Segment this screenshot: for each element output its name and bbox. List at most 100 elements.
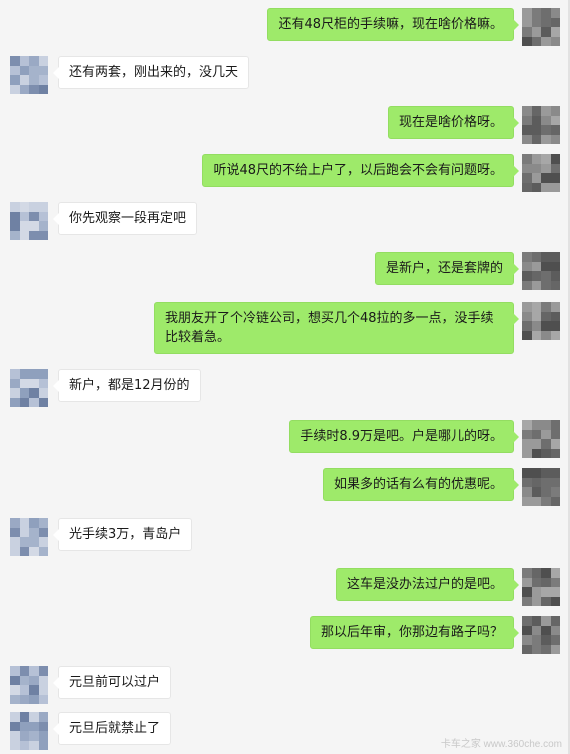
avatar-pixel (531, 439, 541, 449)
avatar-pixel (541, 36, 551, 46)
self-avatar[interactable] (522, 568, 560, 606)
avatar-pixel (541, 568, 551, 578)
contact-avatar[interactable] (10, 518, 48, 556)
avatar-pixel (19, 84, 29, 94)
avatar-pixel (531, 106, 541, 116)
avatar-pixel (541, 487, 551, 497)
avatar-pixel (522, 644, 532, 654)
self-avatar[interactable] (522, 616, 560, 654)
self-avatar[interactable] (522, 252, 560, 290)
avatar-pixel (10, 666, 20, 676)
avatar-pixel (531, 271, 541, 281)
avatar-pixel (550, 448, 560, 458)
avatar-pixel (541, 261, 551, 271)
avatar-pixel (522, 420, 532, 430)
contact-avatar[interactable] (10, 369, 48, 407)
avatar-pixel (541, 8, 551, 18)
avatar-pixel (522, 568, 532, 578)
avatar-pixel (38, 537, 48, 547)
avatar-pixel (531, 587, 541, 597)
avatar-pixel (531, 496, 541, 506)
avatar-pixel (550, 154, 560, 164)
avatar-pixel (550, 644, 560, 654)
self-avatar[interactable] (522, 106, 560, 144)
avatar-pixel (29, 685, 39, 695)
avatar-pixel (19, 369, 29, 379)
avatar-pixel (19, 675, 29, 685)
message-bubble-sent[interactable]: 我朋友开了个冷链公司，想买几个48拉的多一点，没手续比较着急。 (154, 302, 519, 354)
avatar-pixel (550, 106, 560, 116)
self-avatar[interactable] (522, 8, 560, 46)
self-avatar[interactable] (522, 154, 560, 192)
avatar-pixel (522, 321, 532, 331)
message-bubble-received[interactable]: 元旦后就禁止了 (52, 712, 172, 745)
contact-avatar[interactable] (10, 712, 48, 750)
avatar-pixel (531, 644, 541, 654)
avatar-pixel (10, 369, 20, 379)
avatar-pixel (522, 596, 532, 606)
avatar-pixel (19, 721, 29, 731)
avatar-pixel (19, 518, 29, 528)
message-bubble-sent[interactable]: 还有48尺柜的手续嘛，现在啥价格嘛。 (267, 8, 519, 41)
avatar-pixel (550, 321, 560, 331)
avatar-pixel (19, 378, 29, 388)
avatar-pixel (522, 439, 532, 449)
avatar-pixel (29, 84, 39, 94)
avatar-pixel (38, 388, 48, 398)
avatar-pixel (19, 211, 29, 221)
avatar-pixel (38, 369, 48, 379)
avatar-pixel (531, 616, 541, 626)
message-bubble-sent[interactable]: 现在是啥价格呀。 (387, 106, 520, 139)
self-avatar[interactable] (522, 302, 560, 340)
message-bubble-sent[interactable]: 那以后年审，你那边有路子吗？ (309, 616, 520, 649)
avatar-pixel (38, 518, 48, 528)
message-bubble-sent[interactable]: 手续时8.9万是吧。户是哪儿的呀。 (289, 420, 519, 453)
avatar-pixel (29, 388, 39, 398)
self-avatar[interactable] (522, 420, 560, 458)
avatar-pixel (38, 731, 48, 741)
avatar-pixel (522, 182, 532, 192)
avatar-pixel (531, 302, 541, 312)
message-bubble-sent[interactable]: 如果多的话有么有的优惠呢。 (322, 468, 520, 501)
avatar-pixel (19, 740, 29, 750)
message-bubble-received[interactable]: 元旦前可以过户 (52, 666, 172, 699)
avatar-pixel (29, 721, 39, 731)
avatar-pixel (29, 369, 39, 379)
avatar-pixel (541, 17, 551, 27)
avatar-pixel (522, 154, 532, 164)
avatar-pixel (29, 202, 39, 212)
avatar-pixel (19, 712, 29, 722)
avatar-pixel (522, 115, 532, 125)
avatar-pixel (531, 280, 541, 290)
contact-avatar[interactable] (10, 56, 48, 94)
avatar-pixel (522, 429, 532, 439)
avatar-pixel (531, 8, 541, 18)
avatar-pixel (531, 115, 541, 125)
avatar-pixel (10, 378, 20, 388)
message-bubble-sent[interactable]: 是新户，还是套牌的 (374, 252, 520, 285)
avatar-pixel (522, 106, 532, 116)
avatar-pixel (550, 487, 560, 497)
avatar-pixel (10, 84, 20, 94)
message-bubble-sent[interactable]: 听说48尺的不给上户了，以后跑会不会有问题呀。 (202, 154, 519, 187)
avatar-pixel (29, 537, 39, 547)
avatar-pixel (38, 694, 48, 704)
self-avatar[interactable] (522, 468, 560, 506)
avatar-pixel (29, 65, 39, 75)
message-bubble-received[interactable]: 光手续3万，青岛户 (52, 518, 193, 551)
avatar-pixel (541, 429, 551, 439)
message-bubble-received[interactable]: 新户，都是12月份的 (53, 369, 201, 402)
avatar-pixel (29, 518, 39, 528)
message-bubble-received[interactable]: 你先观察一段再定吧 (52, 202, 198, 235)
avatar-pixel (522, 17, 532, 27)
avatar-pixel (541, 154, 551, 164)
message-bubble-received[interactable]: 还有两套，刚出来的，没几天 (52, 56, 250, 89)
message-bubble-sent[interactable]: 这车是没办法过户的是吧。 (335, 568, 520, 601)
chat-area[interactable]: 还有48尺柜的手续嘛，现在啥价格嘛。 还有两套，刚出来的，没几天 现在是啥价格呀… (0, 0, 570, 754)
avatar-pixel (531, 27, 541, 37)
avatar-pixel (550, 8, 560, 18)
contact-avatar[interactable] (10, 202, 48, 240)
avatar-pixel (38, 740, 48, 750)
contact-avatar[interactable] (10, 666, 48, 704)
avatar-pixel (541, 182, 551, 192)
